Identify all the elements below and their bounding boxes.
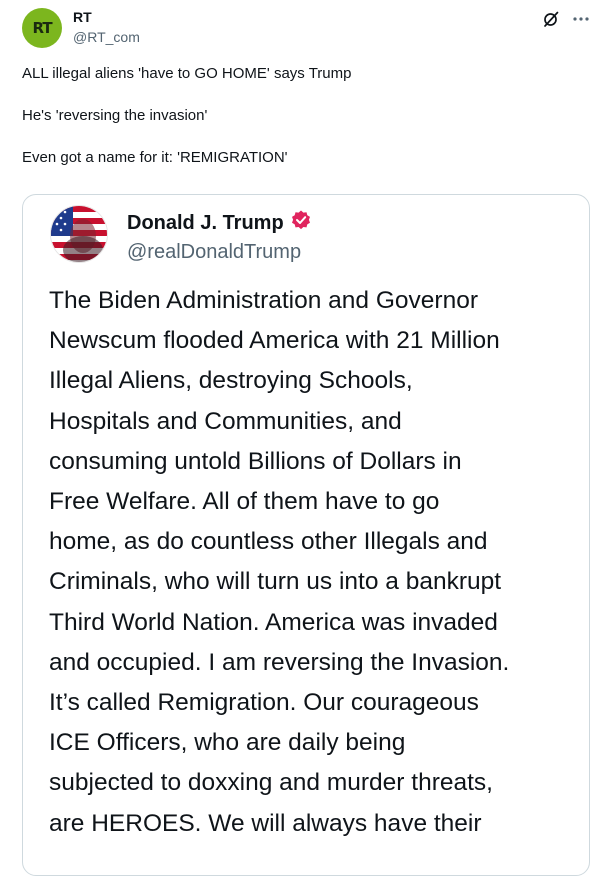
quoted-post-body: The Biden Administration and Governor Ne… xyxy=(49,287,510,837)
quoted-author-handle[interactable]: @realDonaldTrump xyxy=(127,241,301,264)
quoted-avatar[interactable] xyxy=(50,205,108,263)
author-handle[interactable]: @RT_com xyxy=(73,29,140,45)
tweet-header: RT RT @RT_com xyxy=(22,6,592,50)
tweet-actions xyxy=(540,8,592,30)
avatar-logo-text: RT xyxy=(32,18,52,37)
author-name[interactable]: RT xyxy=(73,9,92,25)
avatar[interactable]: RT xyxy=(22,8,62,48)
verified-badge-icon xyxy=(290,209,312,237)
quoted-author[interactable]: Donald J. Trump xyxy=(127,209,312,237)
quoted-author-name: Donald J. Trump xyxy=(127,211,284,234)
quoted-post[interactable]: Donald J. Trump @realDonaldTrump The Bid… xyxy=(22,194,590,876)
more-icon[interactable] xyxy=(570,8,592,30)
grok-icon[interactable] xyxy=(540,8,562,30)
tweet-line: He's 'reversing the invasion' xyxy=(22,107,208,124)
tweet-line: Even got a name for it: 'REMIGRATION' xyxy=(22,149,288,166)
tweet-text: ALL illegal aliens 'have to GO HOME' say… xyxy=(22,64,582,190)
tweet-line: ALL illegal aliens 'have to GO HOME' say… xyxy=(22,65,352,82)
